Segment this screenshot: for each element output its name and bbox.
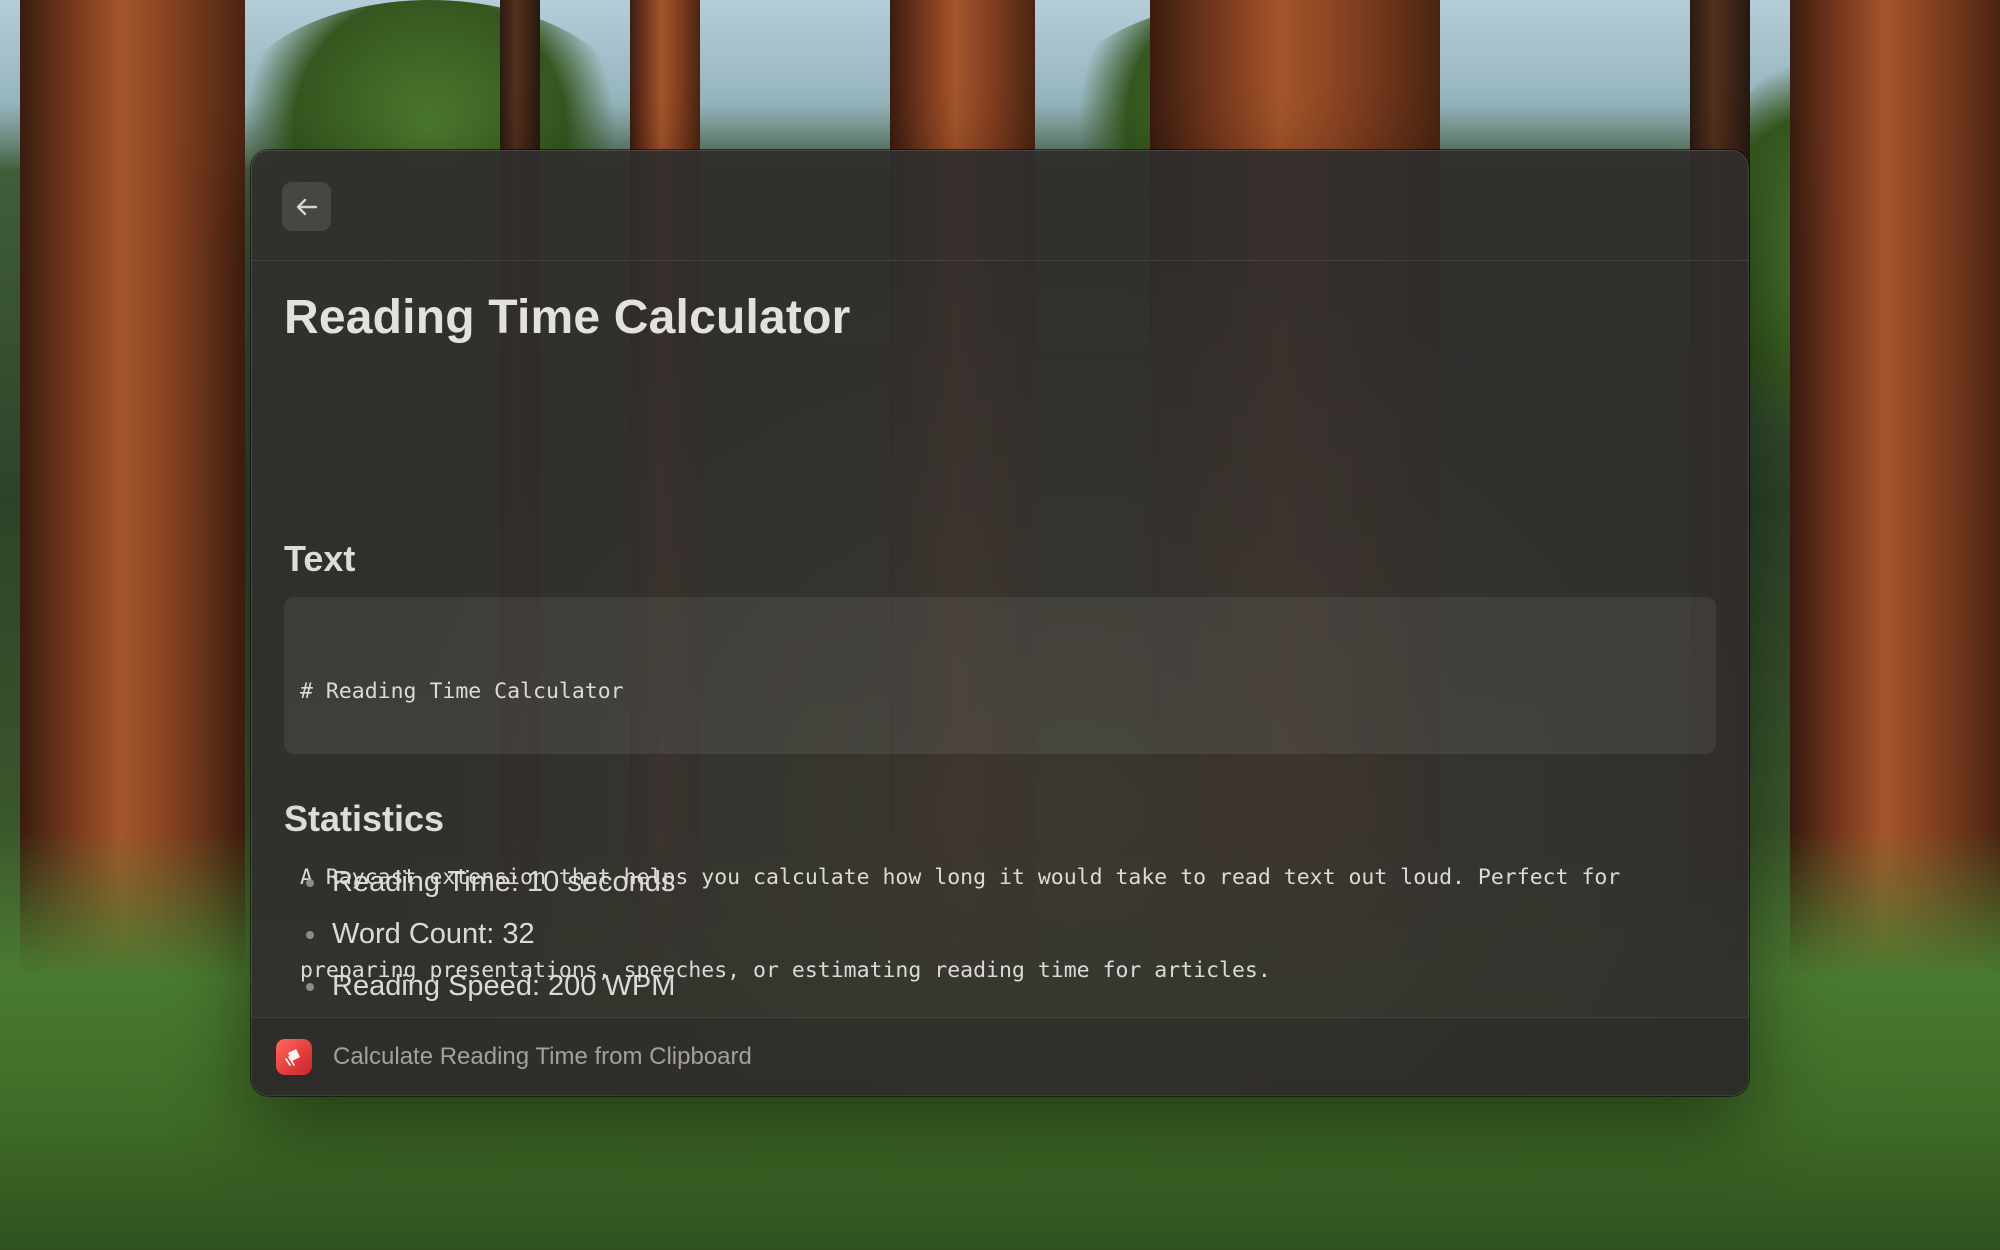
raycast-window: Reading Time Calculator Text # Reading T…: [251, 150, 1749, 1096]
stat-word-count: Word Count: 32: [284, 908, 675, 960]
text-code-block: # Reading Time Calculator A Raycast exte…: [284, 597, 1716, 983]
back-button[interactable]: [282, 182, 331, 231]
stat-reading-speed: Reading Speed: 200 WPM: [284, 960, 675, 1012]
action-bar: Calculate Reading Time from Clipboard: [251, 1017, 1749, 1096]
command-name-label[interactable]: Calculate Reading Time from Clipboard: [333, 1018, 752, 1096]
arrow-left-icon: [296, 198, 317, 215]
statistics-list: Reading Time: 10 seconds Word Count: 32 …: [284, 856, 675, 1012]
desktop-wallpaper: Reading Time Calculator Text # Reading T…: [0, 0, 2000, 1250]
extension-glyph-icon: [285, 1049, 300, 1066]
window-topbar: [251, 150, 1749, 261]
code-line: # Reading Time Calculator: [300, 679, 624, 704]
text-heading: Text: [284, 538, 356, 579]
statistics-heading: Statistics: [284, 798, 445, 839]
raycast-extension-icon: [276, 1039, 312, 1075]
page-title: Reading Time Calculator: [284, 291, 851, 344]
stat-reading-time: Reading Time: 10 seconds: [284, 856, 675, 908]
